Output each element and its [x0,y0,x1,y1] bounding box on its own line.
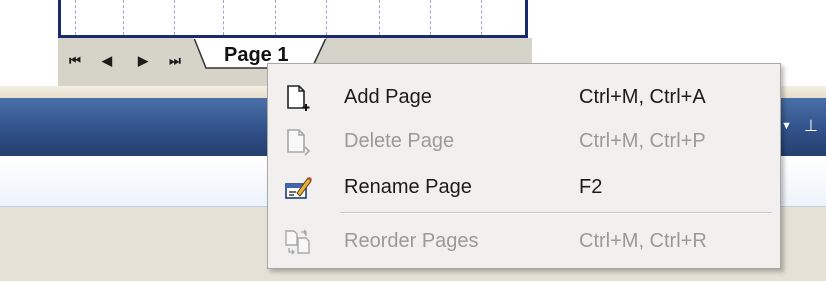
grid-line [326,0,327,35]
pin-icon[interactable]: ⊥ [804,116,818,136]
reorder-pages-icon [285,229,310,255]
menu-item-shortcut: Ctrl+M, Ctrl+A [579,86,706,108]
grid-line [481,0,482,35]
menu-item-rename-page[interactable]: Rename Page F2 [268,164,780,212]
next-page-button[interactable]: ▶ [134,50,152,72]
menu-item-shortcut: Ctrl+M, Ctrl+R [579,230,707,252]
add-page-icon [287,85,310,111]
grid-line [123,0,124,35]
menu-item-reorder-pages[interactable]: Reorder Pages Ctrl+M, Ctrl+R [268,218,780,266]
last-page-button[interactable]: ⏭ [166,50,184,72]
grid-line [174,0,175,35]
prev-page-button[interactable]: ◀ [98,50,116,72]
delete-page-icon [287,129,311,156]
menu-item-label: Delete Page [344,130,455,152]
menu-item-label: Reorder Pages [344,230,479,252]
menu-item-add-page[interactable]: Add Page Ctrl+M, Ctrl+A [268,74,780,122]
grid-line [75,0,76,35]
first-page-button[interactable]: ⏮ [66,50,84,72]
menu-item-label: Rename Page [344,176,472,198]
grid-line [275,0,276,35]
grid-line [379,0,380,35]
drawing-canvas[interactable] [58,0,528,38]
dropdown-arrow-icon[interactable]: ▼ [781,120,792,132]
rename-page-icon [285,177,312,199]
menu-item-label: Add Page [344,86,432,108]
page-context-menu: Add Page Ctrl+M, Ctrl+A Delete Page Ctrl… [267,63,781,269]
menu-separator [340,212,772,214]
menu-item-shortcut: Ctrl+M, Ctrl+P [579,130,706,152]
grid-line [430,0,431,35]
menu-item-delete-page[interactable]: Delete Page Ctrl+M, Ctrl+P [268,118,780,166]
grid-line [223,0,224,35]
menu-item-shortcut: F2 [579,176,603,198]
